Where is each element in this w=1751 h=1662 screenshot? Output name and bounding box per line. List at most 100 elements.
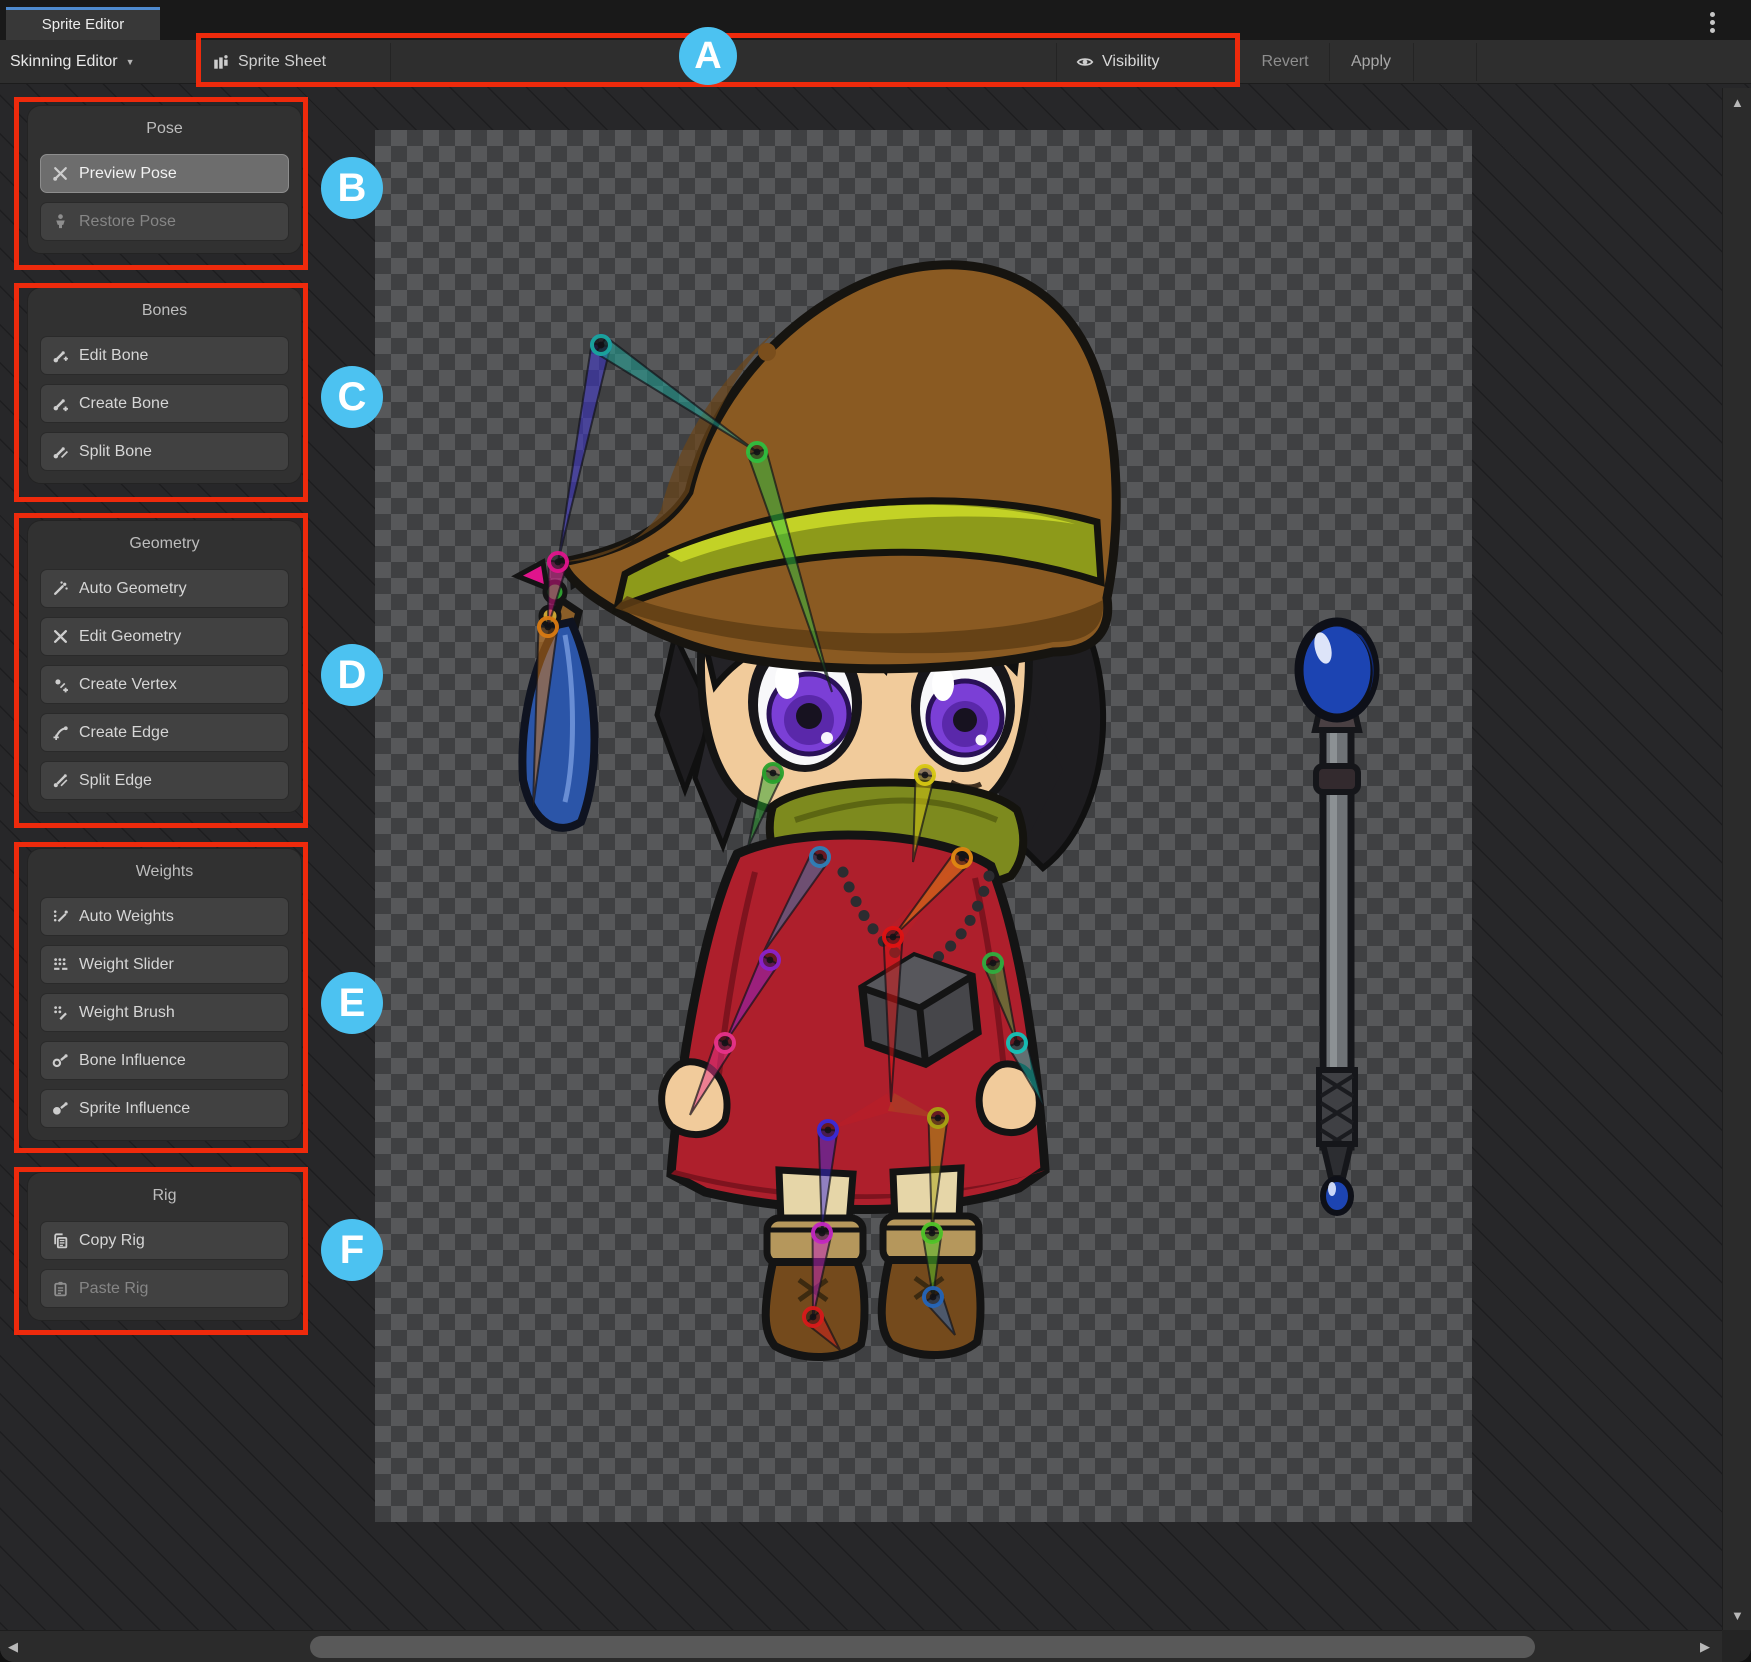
vertex-create-icon xyxy=(51,676,69,694)
button-label: Paste Rig xyxy=(79,1280,148,1298)
scroll-right-arrow[interactable]: ▶ xyxy=(1700,1640,1710,1653)
button-label: Create Bone xyxy=(79,395,169,413)
toolbar-divider xyxy=(1413,43,1414,81)
weights-auto-icon xyxy=(51,908,69,926)
weight-slider-icon xyxy=(51,956,69,974)
horizontal-scrollbar-thumb[interactable] xyxy=(310,1636,1535,1658)
split-edge-button[interactable]: Split Edge xyxy=(40,761,289,800)
pose-restore-icon xyxy=(51,213,69,231)
geometry-auto-icon xyxy=(51,580,69,598)
pose-preview-icon xyxy=(51,165,69,183)
sprite-canvas[interactable] xyxy=(375,130,1472,1522)
edge-create-icon xyxy=(51,724,69,742)
annotation-label-a: A xyxy=(679,27,737,85)
annotation-label-f: F xyxy=(321,1219,383,1281)
chevron-down-icon: ▼ xyxy=(126,57,135,67)
tab-title: Sprite Editor xyxy=(42,16,125,33)
panel-pose: Pose Preview Pose Restore Pose xyxy=(27,105,302,254)
button-label: Edit Bone xyxy=(79,347,148,365)
revert-button[interactable]: Revert xyxy=(1243,40,1327,84)
sprite-sheet-button[interactable]: Sprite Sheet xyxy=(212,40,326,84)
create-vertex-button[interactable]: Create Vertex xyxy=(40,665,289,704)
toolbar: Skinning Editor ▼ Sprite Sheet Visibilit… xyxy=(0,40,1751,84)
split-bone-button[interactable]: Split Bone xyxy=(40,432,289,471)
button-label: Copy Rig xyxy=(79,1232,145,1250)
mode-dropdown-label: Skinning Editor xyxy=(10,53,118,71)
vertical-scrollbar[interactable]: ▲ ▼ xyxy=(1722,88,1751,1630)
panel-title: Pose xyxy=(40,114,289,154)
apply-button[interactable]: Apply xyxy=(1332,40,1410,84)
kebab-menu-icon[interactable] xyxy=(1710,9,1715,36)
annotation-label-b: B xyxy=(321,157,383,219)
edit-bone-button[interactable]: Edit Bone xyxy=(40,336,289,375)
toolbar-divider xyxy=(196,43,197,81)
titlebar: Sprite Editor xyxy=(0,0,1751,40)
paste-rig-button: Paste Rig xyxy=(40,1269,289,1308)
button-label: Sprite Influence xyxy=(79,1100,190,1118)
scroll-left-arrow[interactable]: ◀ xyxy=(8,1640,18,1653)
copy-rig-button[interactable]: Copy Rig xyxy=(40,1221,289,1260)
toolbar-divider xyxy=(390,43,391,81)
panel-title: Geometry xyxy=(40,529,289,569)
annotation-label-c: C xyxy=(321,366,383,428)
panel-bones: Bones Edit Bone Create Bone Split Bone xyxy=(27,287,302,484)
button-label: Weight Brush xyxy=(79,1004,175,1022)
staff xyxy=(1299,622,1375,1213)
toolbar-divider xyxy=(1476,43,1477,81)
visibility-label: Visibility xyxy=(1102,53,1160,71)
annotation-label-d: D xyxy=(321,644,383,706)
hat-tassel xyxy=(517,560,599,828)
bone-create-icon xyxy=(51,395,69,413)
panel-title: Weights xyxy=(40,857,289,897)
panel-title: Bones xyxy=(40,296,289,336)
button-label: Create Edge xyxy=(79,724,169,742)
paste-icon xyxy=(51,1280,69,1298)
panel-weights: Weights Auto Weights Weight Slider Weight … xyxy=(27,848,302,1141)
bone-split-icon xyxy=(51,443,69,461)
button-label: Restore Pose xyxy=(79,213,176,231)
scroll-up-arrow[interactable]: ▲ xyxy=(1731,96,1744,109)
weight-slider-button[interactable]: Weight Slider xyxy=(40,945,289,984)
panel-geometry: Geometry Auto Geometry Edit Geometry Creat… xyxy=(27,520,302,813)
horizontal-scrollbar[interactable]: ◀ ▶ xyxy=(0,1630,1722,1662)
panel-rig: Rig Copy Rig Paste Rig xyxy=(27,1172,302,1321)
create-bone-button[interactable]: Create Bone xyxy=(40,384,289,423)
button-label: Bone Influence xyxy=(79,1052,186,1070)
bone-influence-icon xyxy=(51,1052,69,1070)
edge-split-icon xyxy=(51,772,69,790)
button-label: Auto Weights xyxy=(79,908,174,926)
toolbar-divider xyxy=(1329,43,1330,81)
scrollbar-corner xyxy=(1722,1630,1751,1662)
eye-icon xyxy=(1076,53,1094,71)
weight-brush-button[interactable]: Weight Brush xyxy=(40,993,289,1032)
sprite-editor-window: Sprite Editor Skinning Editor ▼ Sprite S… xyxy=(0,0,1751,1662)
bone xyxy=(558,343,610,562)
button-label: Create Vertex xyxy=(79,676,177,694)
scroll-down-arrow[interactable]: ▼ xyxy=(1731,1609,1744,1622)
button-label: Split Edge xyxy=(79,772,152,790)
auto-geometry-button[interactable]: Auto Geometry xyxy=(40,569,289,608)
visibility-toggle[interactable]: Visibility xyxy=(1076,40,1160,84)
sprite-influence-icon xyxy=(51,1100,69,1118)
auto-weights-button[interactable]: Auto Weights xyxy=(40,897,289,936)
button-label: Preview Pose xyxy=(79,165,177,183)
copy-icon xyxy=(51,1232,69,1250)
panel-title: Rig xyxy=(40,1181,289,1221)
button-label: Auto Geometry xyxy=(79,580,187,598)
hat xyxy=(563,265,1116,669)
restore-pose-button: Restore Pose xyxy=(40,202,289,241)
preview-pose-button[interactable]: Preview Pose xyxy=(40,154,289,193)
sprite-influence-button[interactable]: Sprite Influence xyxy=(40,1089,289,1128)
character-sprite xyxy=(375,130,1472,1522)
edit-geometry-button[interactable]: Edit Geometry xyxy=(40,617,289,656)
toolbar-divider xyxy=(1056,43,1057,81)
mode-dropdown[interactable]: Skinning Editor ▼ xyxy=(10,40,135,84)
bone-edit-icon xyxy=(51,347,69,365)
sprite-sheet-label: Sprite Sheet xyxy=(238,53,326,71)
tab-sprite-editor[interactable]: Sprite Editor xyxy=(6,7,160,40)
button-label: Edit Geometry xyxy=(79,628,181,646)
bone-influence-button[interactable]: Bone Influence xyxy=(40,1041,289,1080)
create-edge-button[interactable]: Create Edge xyxy=(40,713,289,752)
geometry-edit-icon xyxy=(51,628,69,646)
sprite-sheet-icon xyxy=(212,53,230,71)
